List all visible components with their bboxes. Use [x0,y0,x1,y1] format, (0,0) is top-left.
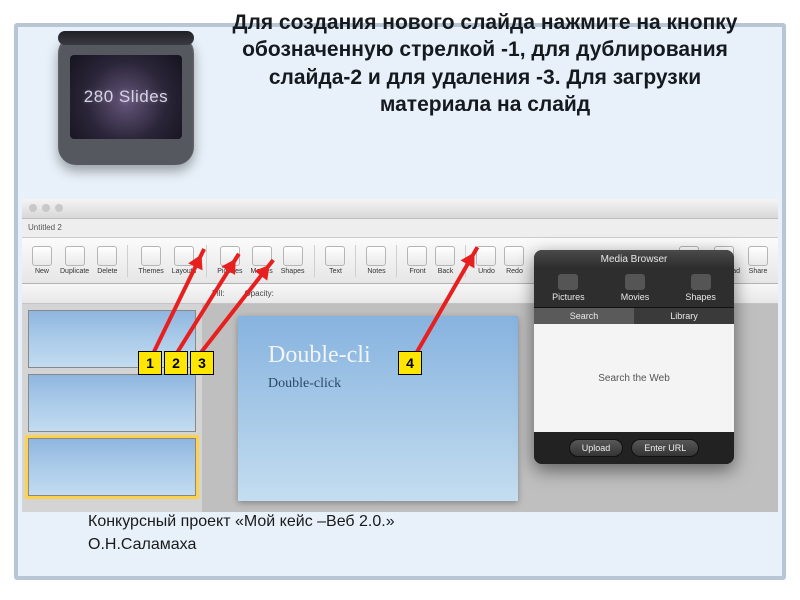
logo-text: 280 Slides [70,55,182,139]
slide-subtitle-placeholder[interactable]: Double-click [268,376,341,392]
front-button[interactable]: Front [407,246,427,275]
delete-button[interactable]: Delete [97,246,117,275]
app-logo: 280 Slides [58,35,194,165]
media-tab-shapes[interactable]: Shapes [685,274,716,302]
slide-thumb-2[interactable] [28,374,196,432]
back-icon [435,246,455,266]
document-tab[interactable]: Untitled 2 [22,219,778,238]
shapes-icon [283,246,303,266]
media-tab-movies[interactable]: Movies [621,274,650,302]
marker-3: 3 [190,351,214,375]
notes-button[interactable]: Notes [366,246,386,275]
marker-4: 4 [398,351,422,375]
footer-line-1: Конкурсный проект «Мой кейс –Веб 2.0.» [88,510,395,533]
media-footer: Upload Enter URL [534,432,734,464]
front-icon [407,246,427,266]
slide-thumb-3[interactable] [28,438,196,496]
media-subtabs: Search Library [534,308,734,324]
tutorial-slide: 280 Slides Для создания нового слайда на… [14,23,786,580]
thumbnail-panel [22,304,202,512]
marker-1: 1 [138,351,162,375]
text-icon [325,246,345,266]
instruction-text: Для создания нового слайда нажмите на кн… [218,9,752,118]
duplicate-icon [65,246,85,266]
browser-chrome [22,199,778,219]
new-button[interactable]: New [32,246,52,275]
redo-icon [504,246,524,266]
text-button[interactable]: Text [325,246,345,275]
new-icon [32,246,52,266]
subtab-search[interactable]: Search [534,308,634,324]
redo-button[interactable]: Redo [504,246,524,275]
media-tabs: Pictures Movies Shapes [534,269,734,308]
notes-icon [366,246,386,266]
marker-2: 2 [164,351,188,375]
enter-url-button[interactable]: Enter URL [631,439,699,457]
subtab-library[interactable]: Library [634,308,734,324]
footer-line-2: О.Н.Саламаха [88,533,395,556]
delete-icon [97,246,117,266]
media-browser-title: Media Browser [534,250,734,269]
slide-title-placeholder[interactable]: Double-cli [268,342,371,369]
upload-button[interactable]: Upload [569,439,624,457]
themes-icon [141,246,161,266]
media-body[interactable]: Search the Web [534,324,734,432]
media-browser[interactable]: Media Browser Pictures Movies Shapes Sea… [534,250,734,464]
shapes-icon [691,274,711,290]
back-button[interactable]: Back [435,246,455,275]
duplicate-button[interactable]: Duplicate [60,246,89,275]
shapes-button[interactable]: Shapes [281,246,305,275]
share-icon [748,246,768,266]
share-button[interactable]: Share [748,246,768,275]
themes-button[interactable]: Themes [138,246,163,275]
media-tab-pictures[interactable]: Pictures [552,274,585,302]
movies-icon [625,274,645,290]
pictures-icon [558,274,578,290]
footer-text: Конкурсный проект «Мой кейс –Веб 2.0.» О… [88,510,395,556]
current-slide[interactable]: Double-cli Double-click [238,316,518,501]
